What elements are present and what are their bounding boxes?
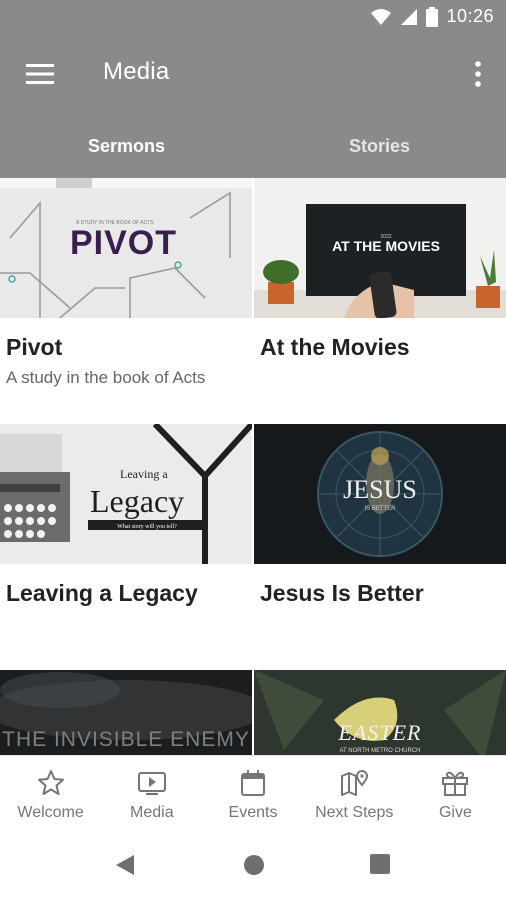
art-title: THE INVISIBLE ENEMY xyxy=(2,728,250,751)
series-artwork: EASTER AT NORTH METRO CHURCH xyxy=(254,670,506,755)
nav-label: Next Steps xyxy=(315,804,394,821)
pivot-artwork: A STUDY IN THE BOOK OF ACTS PIVOT xyxy=(0,178,252,318)
jesus-artwork: JESUS IS BETTER xyxy=(254,424,506,564)
nav-item-next-steps[interactable]: Next Steps xyxy=(304,756,405,827)
art-title: AT THE MOVIES xyxy=(332,238,440,254)
nav-item-give[interactable]: Give xyxy=(405,756,506,827)
sermon-series-grid: A STUDY IN THE BOOK OF ACTS PIVOT Pivot … xyxy=(0,178,506,755)
home-icon[interactable] xyxy=(243,854,265,876)
nav-label: Events xyxy=(228,804,278,821)
series-title: Leaving a Legacy xyxy=(6,580,198,606)
system-navigation-bar xyxy=(0,827,506,900)
wifi-icon xyxy=(371,8,392,25)
tab-sermons[interactable]: Sermons xyxy=(0,114,253,178)
nav-item-media[interactable]: Media xyxy=(101,756,202,827)
art-tagline: What story will you tell? xyxy=(117,524,177,530)
series-card-easter[interactable]: EASTER AT NORTH METRO CHURCH xyxy=(254,670,506,755)
series-artwork: JESUS IS BETTER xyxy=(254,424,506,564)
map-pin-icon xyxy=(341,770,369,796)
series-title: Jesus Is Better xyxy=(260,580,424,606)
recents-icon[interactable] xyxy=(370,854,390,874)
app-bar: Media xyxy=(0,36,506,114)
calendar-icon xyxy=(241,770,265,796)
movies-artwork: 2022 AT THE MOVIES xyxy=(254,178,506,318)
series-card-at-the-movies[interactable]: 2022 AT THE MOVIES At the Movies xyxy=(254,178,506,424)
battery-icon xyxy=(426,6,439,27)
play-screen-icon xyxy=(137,772,166,795)
series-title: At the Movies xyxy=(260,334,410,360)
art-kicker: IS BETTER xyxy=(364,506,396,512)
tab-stories[interactable]: Stories xyxy=(253,114,506,178)
nav-label: Welcome xyxy=(17,804,84,821)
series-card-pivot[interactable]: A STUDY IN THE BOOK OF ACTS PIVOT Pivot … xyxy=(0,178,252,424)
series-subtitle: A study in the book of Acts xyxy=(6,368,206,387)
series-artwork: Leaving a Legacy What story will you tel… xyxy=(0,424,252,564)
status-bar: 10:26 xyxy=(0,0,506,36)
series-artwork: A STUDY IN THE BOOK OF ACTS PIVOT xyxy=(0,178,252,318)
cell-signal-icon xyxy=(401,8,418,25)
bottom-navigation: Welcome Media Events Next Steps Give xyxy=(0,755,506,827)
nav-item-events[interactable]: Events xyxy=(202,756,303,827)
tab-label: Sermons xyxy=(87,135,166,156)
art-kicker: Leaving a xyxy=(120,467,168,481)
series-artwork: THE INVISIBLE ENEMY xyxy=(0,670,252,755)
art-title: EASTER xyxy=(338,720,422,745)
back-icon[interactable] xyxy=(114,854,136,876)
series-card-jesus-is-better[interactable]: JESUS IS BETTER Jesus Is Better xyxy=(254,424,506,670)
invisible-enemy-artwork: THE INVISIBLE ENEMY xyxy=(0,670,252,755)
series-artwork: 2022 AT THE MOVIES xyxy=(254,178,506,318)
tab-label: Stories xyxy=(348,135,411,156)
series-card-the-invisible-enemy[interactable]: THE INVISIBLE ENEMY xyxy=(0,670,252,755)
nav-item-welcome[interactable]: Welcome xyxy=(0,756,101,827)
more-vert-icon[interactable] xyxy=(472,60,484,88)
nav-label: Give xyxy=(438,804,472,821)
series-title: Pivot xyxy=(6,334,63,360)
gift-icon xyxy=(442,771,469,796)
art-kicker: AT NORTH METRO CHURCH xyxy=(340,748,421,754)
art-title: Legacy xyxy=(90,483,184,519)
menu-icon[interactable] xyxy=(26,64,54,84)
status-icons: 10:26 xyxy=(370,6,494,27)
easter-artwork: EASTER AT NORTH METRO CHURCH xyxy=(254,670,506,755)
series-card-leaving-a-legacy[interactable]: Leaving a Legacy What story will you tel… xyxy=(0,424,252,670)
status-time: 10:26 xyxy=(446,6,494,26)
page-title: Media xyxy=(103,58,170,85)
legacy-artwork: Leaving a Legacy What story will you tel… xyxy=(0,424,252,564)
media-tabs: Sermons Stories xyxy=(0,114,506,178)
art-title: JESUS xyxy=(343,475,417,504)
nav-label: Media xyxy=(130,804,174,821)
star-icon xyxy=(37,770,64,795)
art-title: PIVOT xyxy=(70,224,177,262)
